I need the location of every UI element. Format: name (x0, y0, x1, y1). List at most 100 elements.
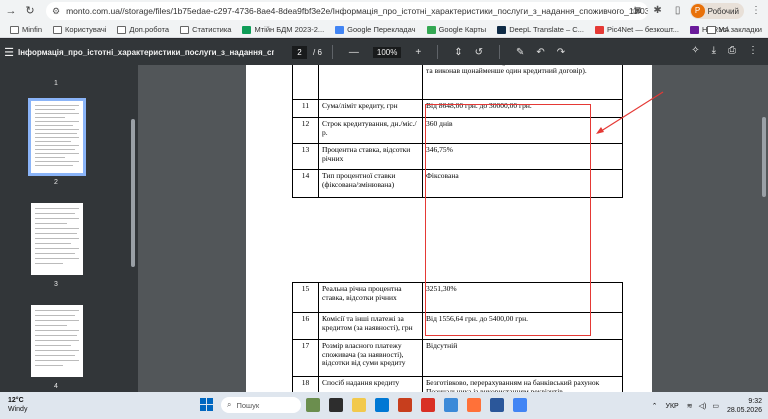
widget-app-icon[interactable] (306, 398, 320, 412)
profile-button[interactable]: Р Робочий (689, 3, 744, 19)
bookmark-item[interactable]: DeepL Translate – С... (497, 25, 584, 34)
volume-icon[interactable]: ◁) (699, 402, 707, 410)
undo-icon[interactable]: ↶ (536, 47, 544, 58)
file-explorer-icon[interactable] (352, 398, 366, 412)
table-cell-name: Процентна ставка, відсотки річних (318, 143, 423, 170)
table-cell-name: Сума/ліміт кредиту, грн (318, 99, 423, 118)
extensions-icon[interactable]: ✱ (650, 3, 666, 19)
rotate-icon[interactable]: ↺ (475, 47, 483, 58)
table-row: - є постійним клієнтом (уклав в ТОВ "СІР… (292, 65, 623, 100)
battery-icon[interactable]: ▭ (712, 402, 719, 410)
folder-icon (706, 25, 716, 34)
thumbnail-page-2[interactable] (28, 98, 86, 176)
sidebar-toggle-icon[interactable]: ☰ (0, 46, 18, 59)
bookmark-item[interactable]: Користувачі (53, 25, 106, 34)
site-favicon-icon (594, 25, 604, 34)
draw-icon[interactable]: ✎ (516, 47, 524, 58)
table-cell-value: Від 1556,64 грн. до 5400,00 грн. (422, 312, 623, 340)
table-cell-value: 346,75% (422, 143, 623, 170)
zoom-out-icon[interactable]: — (349, 47, 359, 58)
table-cell-name: Тип процентної ставки (фіксована/змінюва… (318, 169, 423, 198)
weather-widget[interactable]: 12°C Windy (8, 396, 27, 414)
thumbnail-page-3[interactable] (31, 203, 83, 275)
table-cell-num (292, 65, 319, 100)
table-cell-num: 18 (292, 376, 319, 392)
divider (437, 45, 439, 59)
menu-icon[interactable]: ⋮ (748, 3, 764, 19)
table-cell-name: Реальна річна процентна ставка, відсотки… (318, 282, 423, 313)
bookmark-label: Minfin (22, 25, 43, 34)
opera-icon[interactable] (421, 398, 435, 412)
thumb-label-4: 4 (54, 383, 58, 390)
fit-page-icon[interactable]: ⇕ (454, 47, 462, 58)
sidepanel-icon[interactable]: ▯ (670, 3, 686, 19)
table-cell-value: Від 8648,00 грн. до 30000,00 грн. (422, 99, 623, 118)
task-view-icon[interactable] (329, 398, 343, 412)
word-icon[interactable] (490, 398, 504, 412)
sidebar-scrollbar[interactable] (131, 119, 135, 267)
system-tray: ⌃ УКР ≋ ◁) ▭ 9:32 28.05.2026 (652, 397, 762, 415)
all-bookmarks-button[interactable]: Усі закладки (706, 25, 762, 34)
bookmark-label: Google Перекладач (347, 25, 416, 34)
camera-icon[interactable]: ◙ (630, 3, 646, 19)
characteristics-table-page-3: 15 Реальна річна процентна ставка, відсот… (292, 282, 623, 392)
windows-start-icon[interactable] (200, 398, 213, 411)
folder-icon (10, 25, 19, 34)
bookmark-item[interactable]: Доп.робота (117, 25, 169, 34)
firefox-icon[interactable] (467, 398, 481, 412)
edge-icon[interactable] (375, 398, 389, 412)
table-cell-num: 15 (292, 282, 319, 313)
bookmark-label: DeepL Translate – С... (509, 25, 584, 34)
viber-icon[interactable] (444, 398, 458, 412)
toolbar-right: ◙ ✱ ▯ Р Робочий ⋮ (630, 0, 768, 22)
page-number-input[interactable]: 2 (292, 45, 307, 59)
table-row: 11 Сума/ліміт кредиту, грн Від 8648,00 грн… (292, 99, 623, 118)
address-bar[interactable]: ⚙ monto.com.ua//storage/files/1b75edae-c… (46, 2, 648, 20)
redo-icon[interactable]: ↷ (557, 47, 565, 58)
document-scrollbar[interactable] (762, 117, 766, 197)
table-cell-value: Фіксована (422, 169, 623, 198)
print-icon[interactable]: ⎙ (728, 45, 736, 56)
clock[interactable]: 9:32 28.05.2026 (727, 397, 762, 415)
bookmark-item[interactable]: Google Карты (426, 25, 486, 34)
table-row: 17 Розмір власного платежу споживача (за … (292, 339, 623, 377)
taskbar-search[interactable]: ⌕ Пошук (221, 397, 301, 413)
table-cell-num: 13 (292, 143, 319, 170)
bookmark-item[interactable]: Мтійн БДМ 2023-2... (242, 25, 324, 34)
wifi-icon[interactable]: ≋ (687, 402, 693, 410)
chevron-up-icon[interactable]: ⌃ (652, 402, 658, 410)
table-cell-value: Відсутній (422, 339, 623, 377)
table-cell-num: 12 (292, 117, 319, 144)
forward-icon[interactable]: → (3, 3, 19, 19)
site-info-icon[interactable]: ⚙ (52, 6, 60, 17)
store-icon[interactable] (398, 398, 412, 412)
document-viewer: - є постійним клієнтом (уклав в ТОВ "СІР… (138, 65, 768, 392)
thumbnail-page-4[interactable] (31, 305, 83, 377)
clock-date: 28.05.2026 (726, 407, 762, 414)
pdf-title: Інформація_про_істотні_характеристики_по… (18, 47, 274, 57)
zoom-input[interactable]: 100% (372, 46, 402, 58)
bookmark-item[interactable]: Pic4Net — безкошт... (594, 25, 679, 34)
bookmark-item[interactable]: Google Перекладач (335, 25, 416, 34)
table-row: 16 Комісії та інші платежі за кредитом (з… (292, 312, 623, 340)
profile-name: Робочий (707, 6, 739, 16)
table-cell-value: 3251,30% (422, 282, 623, 313)
reload-icon[interactable]: ↻ (22, 3, 38, 19)
bookmark-label: Доп.робота (129, 25, 170, 34)
bookmark-item[interactable]: Статистика (180, 25, 231, 34)
chrome-icon[interactable] (513, 398, 527, 412)
url-text: monto.com.ua//storage/files/1b75edae-c29… (66, 6, 648, 16)
more-icon[interactable]: ⋮ (748, 45, 758, 56)
ai-icon[interactable]: ✧ (691, 45, 699, 56)
language-indicator[interactable]: УКР (666, 403, 679, 410)
folder-icon (117, 25, 127, 34)
table-cell-name: Комісії та інші платежі за кредитом (за … (318, 312, 423, 340)
bookmark-item[interactable]: Minfin (10, 25, 42, 34)
zoom-in-icon[interactable]: + (415, 47, 421, 58)
table-cell-value: Безготівково, перерахуванням на банківсь… (422, 376, 623, 392)
pdf-page-3: 15 Реальна річна процентна ставка, відсот… (246, 240, 652, 392)
avatar: Р (690, 4, 705, 18)
site-favicon-icon (689, 25, 699, 34)
download-icon[interactable]: ⤓ (712, 45, 716, 56)
table-row: 18 Спосіб надання кредиту Безготівково, пе… (292, 376, 623, 392)
